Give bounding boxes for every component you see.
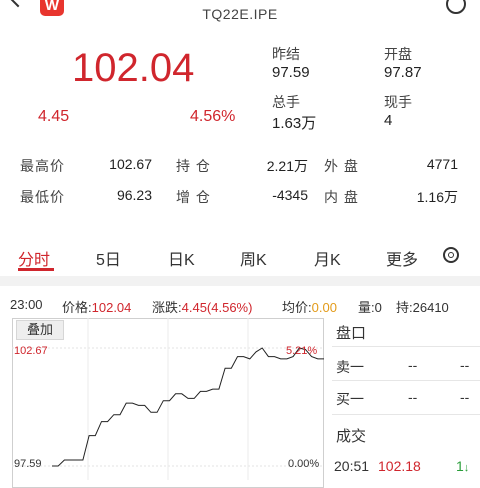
open-interest-change-label: 增 仓 bbox=[176, 189, 211, 205]
info-open-interest: 持:26410 bbox=[396, 297, 449, 316]
open-value: 97.87 bbox=[384, 64, 422, 81]
open-interest-change-value: -4345 bbox=[272, 187, 308, 203]
tab-intraday[interactable]: 分时 bbox=[18, 246, 50, 270]
high-value: 102.67 bbox=[109, 156, 152, 172]
bid1-volume: -- bbox=[460, 389, 470, 405]
info-average-value: 0.00 bbox=[311, 300, 337, 315]
info-oi-label: 持: bbox=[396, 300, 413, 315]
info-change-value: 4.45(4.56%) bbox=[181, 300, 253, 315]
info-change-label: 涨跌: bbox=[152, 300, 182, 315]
info-oi-value: 26410 bbox=[412, 300, 449, 315]
price-change-percent: 4.56% bbox=[190, 108, 236, 125]
info-volume-label: 量: bbox=[358, 300, 375, 315]
panel-divider bbox=[332, 380, 480, 381]
total-volume-label: 总手 bbox=[272, 94, 300, 110]
ask1-price: -- bbox=[408, 357, 418, 373]
prev-settle-value: 97.59 bbox=[272, 64, 310, 81]
trade-volume-value: 1 bbox=[456, 458, 464, 474]
info-change: 涨跌:4.45(4.56%) bbox=[152, 297, 252, 316]
bid1-price: -- bbox=[408, 389, 418, 405]
down-arrow-icon: ↓ bbox=[463, 462, 470, 474]
tab-daily-k[interactable]: 日K bbox=[168, 246, 195, 270]
info-price: 价格:102.04 bbox=[62, 297, 131, 316]
trade-price: 102.18 bbox=[378, 458, 421, 474]
last-volume-value: 4 bbox=[384, 112, 393, 129]
tab-more[interactable]: 更多 bbox=[386, 246, 418, 270]
ask1-volume: -- bbox=[460, 357, 470, 373]
info-time: 23:00 bbox=[10, 297, 43, 312]
chart-pct-top-label: 5.21% bbox=[286, 345, 318, 357]
price-change: 4.45 bbox=[38, 108, 70, 125]
trade-time: 20:51 bbox=[334, 458, 370, 474]
inner-volume-value: 1.16万 bbox=[416, 189, 458, 205]
total-volume-value: 1.63万 bbox=[272, 115, 317, 132]
low-label: 最低价 bbox=[20, 189, 65, 205]
info-price-label: 价格: bbox=[62, 300, 92, 315]
inner-volume-label: 内 盘 bbox=[324, 189, 359, 205]
panel-divider bbox=[332, 346, 480, 347]
settings-icon[interactable] bbox=[443, 247, 459, 263]
trades-title: 成交 bbox=[336, 428, 367, 445]
chart-y-bottom-label: 97.59 bbox=[14, 458, 42, 470]
info-price-value: 102.04 bbox=[91, 300, 132, 315]
intraday-chart[interactable] bbox=[12, 318, 324, 480]
panel-divider bbox=[332, 414, 480, 415]
last-price: 102.04 bbox=[72, 46, 195, 90]
chart-pct-bottom-label: 0.00% bbox=[288, 458, 320, 470]
tab-weekly-k[interactable]: 周K bbox=[240, 246, 267, 270]
order-book-title: 盘口 bbox=[336, 325, 367, 342]
info-average: 均价:0.00 bbox=[282, 297, 337, 316]
overlay-button[interactable]: 叠加 bbox=[16, 320, 64, 340]
last-volume-label: 现手 bbox=[384, 94, 412, 110]
high-label: 最高价 bbox=[20, 158, 65, 174]
open-label: 开盘 bbox=[384, 46, 412, 62]
prev-settle-label: 昨结 bbox=[272, 46, 300, 62]
ask1-label: 卖一 bbox=[336, 359, 364, 375]
tab-5day[interactable]: 5日 bbox=[96, 246, 121, 270]
low-value: 96.23 bbox=[116, 187, 152, 203]
active-tab-indicator bbox=[18, 268, 54, 271]
symbol-title: TQ22E.IPE bbox=[202, 6, 278, 22]
outer-volume-value: 4771 bbox=[426, 156, 458, 172]
info-volume: 量:0 bbox=[358, 297, 382, 316]
open-interest-label: 持 仓 bbox=[176, 158, 211, 174]
price-series-line bbox=[52, 347, 324, 467]
info-average-label: 均价: bbox=[282, 300, 312, 315]
tab-monthly-k[interactable]: 月K bbox=[314, 246, 341, 270]
section-divider bbox=[0, 276, 480, 286]
trade-volume: 1↓ bbox=[456, 458, 469, 474]
outer-volume-label: 外 盘 bbox=[324, 158, 359, 174]
chart-y-top-label: 102.67 bbox=[14, 345, 48, 357]
bid1-label: 买一 bbox=[336, 391, 364, 407]
info-volume-value: 0 bbox=[374, 300, 382, 315]
open-interest-value: 2.21万 bbox=[266, 158, 308, 174]
